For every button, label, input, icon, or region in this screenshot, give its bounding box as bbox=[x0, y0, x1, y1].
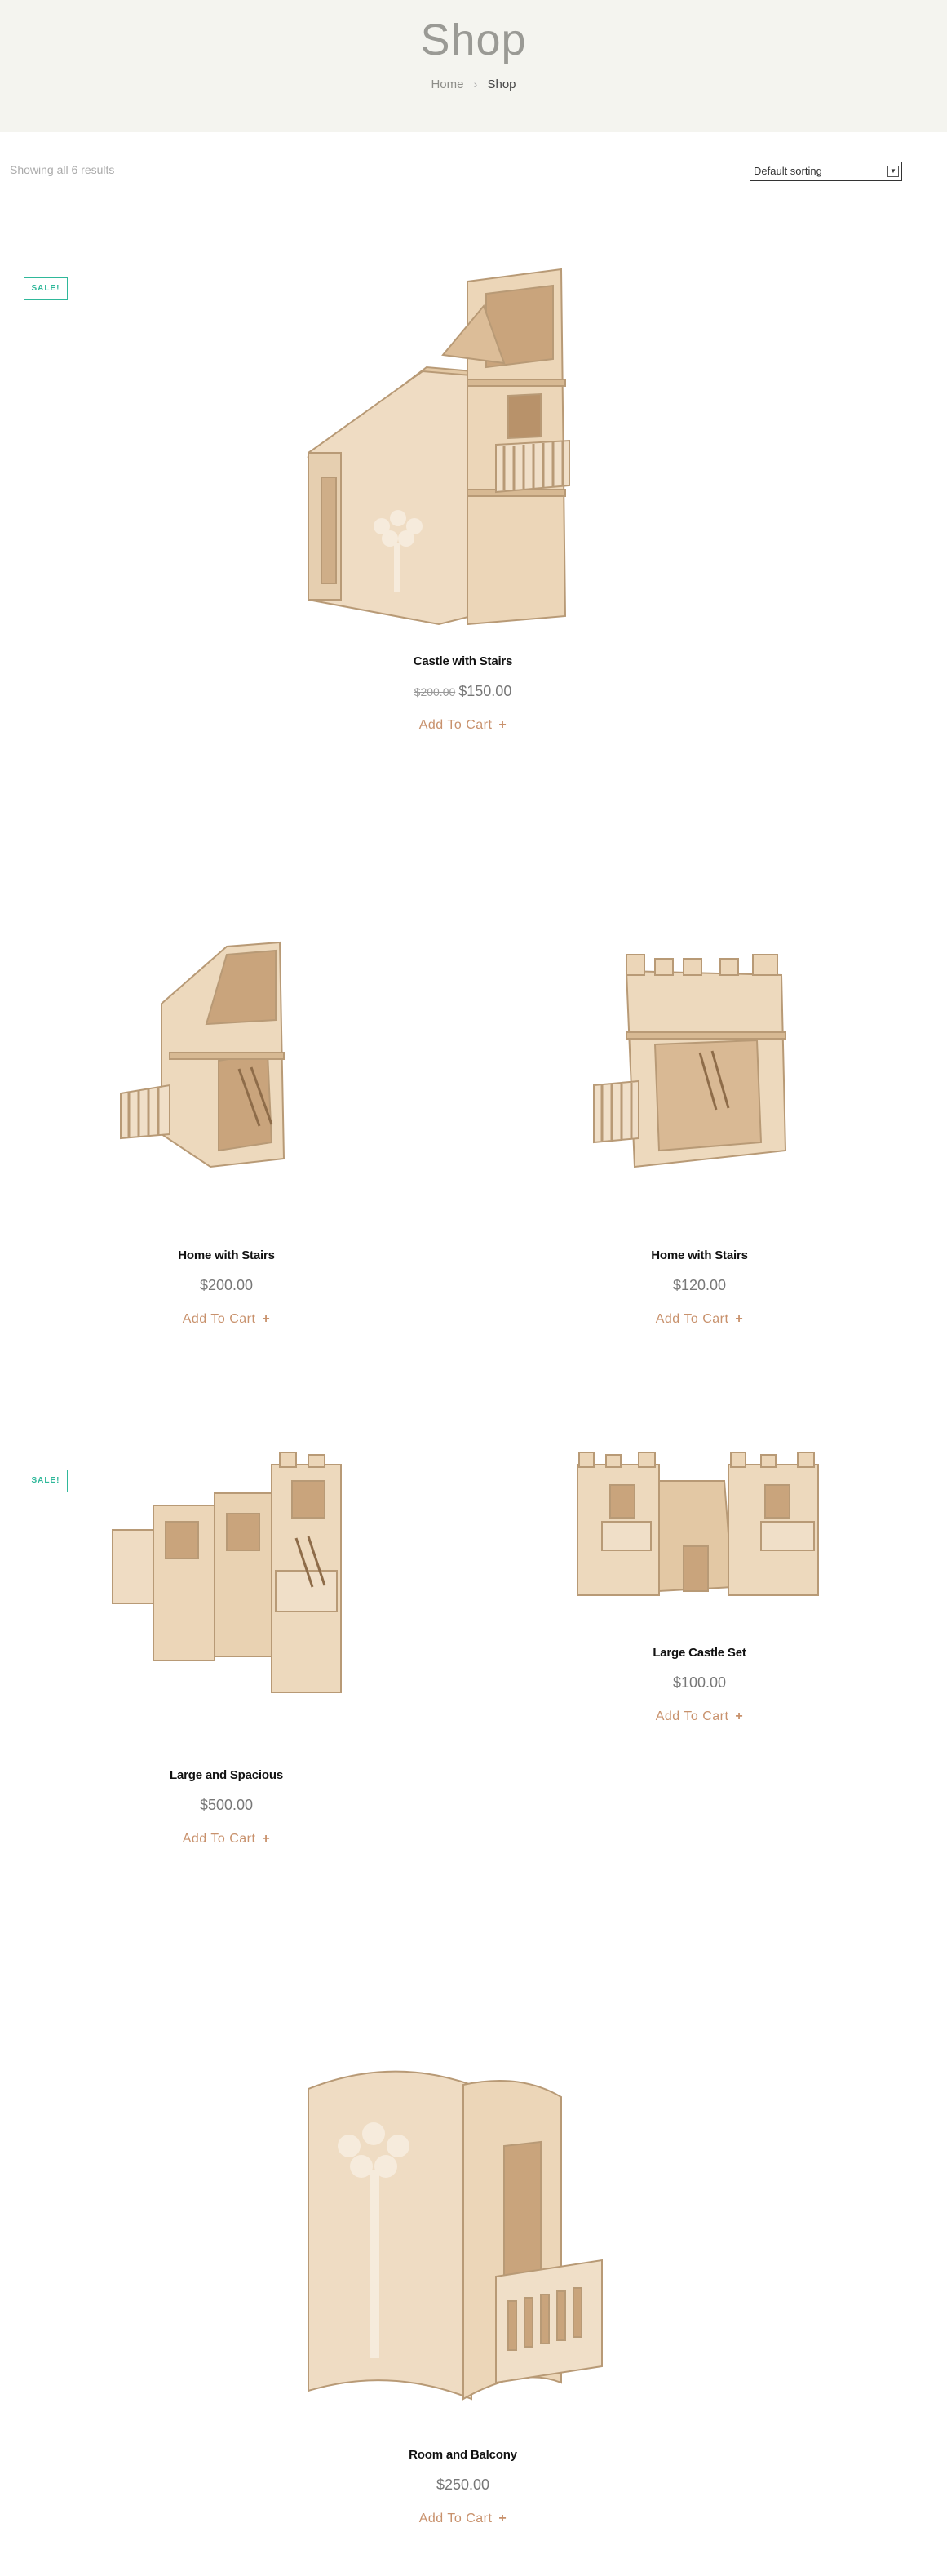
breadcrumb-current: Shop bbox=[487, 78, 516, 91]
sort-select[interactable]: Default sorting ▼ bbox=[750, 162, 902, 181]
add-to-cart-button[interactable]: Add To Cart + bbox=[656, 1709, 744, 1724]
product-price: $500.00 bbox=[199, 1797, 254, 1813]
product-card: Castle with Stairs $200.00 $150.00 Add To… bbox=[228, 257, 697, 733]
dropdown-arrow-icon: ▼ bbox=[887, 166, 899, 177]
product-title[interactable]: Large and Spacious bbox=[24, 1768, 428, 1782]
add-to-cart-button[interactable]: Add To Cart + bbox=[656, 1312, 744, 1327]
chevron-right-icon: › bbox=[473, 78, 478, 91]
add-to-cart-label: Add To Cart bbox=[182, 1312, 256, 1326]
product-title[interactable]: Room and Balcony bbox=[228, 2448, 697, 2462]
plus-icon: + bbox=[498, 718, 507, 732]
product-price: $250.00 bbox=[436, 2476, 490, 2493]
plus-icon: + bbox=[735, 1312, 744, 1326]
product-price: $120.00 bbox=[672, 1277, 727, 1293]
product-sale-price: $150.00 bbox=[458, 683, 512, 699]
plus-icon: + bbox=[735, 1709, 744, 1723]
add-to-cart-label: Add To Cart bbox=[418, 718, 493, 732]
sale-badge: SALE! bbox=[24, 277, 68, 300]
add-to-cart-label: Add To Cart bbox=[655, 1709, 729, 1723]
product-title[interactable]: Large Castle Set bbox=[493, 1646, 905, 1660]
add-to-cart-label: Add To Cart bbox=[655, 1312, 729, 1326]
product-image[interactable] bbox=[259, 257, 667, 641]
plus-icon: + bbox=[262, 1832, 271, 1846]
page-header: Shop Home › Shop bbox=[0, 0, 947, 132]
plus-icon: + bbox=[262, 1312, 271, 1326]
breadcrumb: Home › Shop bbox=[0, 78, 947, 91]
product-image[interactable] bbox=[104, 922, 349, 1183]
product-card: Large and Spacious $500.00 Add To Cart + bbox=[24, 1448, 428, 1847]
product-image[interactable] bbox=[104, 1448, 349, 1693]
product-image[interactable] bbox=[259, 2056, 667, 2432]
product-price: $200.00 bbox=[199, 1277, 254, 1293]
plus-icon: + bbox=[498, 2512, 507, 2525]
add-to-cart-button[interactable]: Add To Cart + bbox=[419, 718, 507, 733]
add-to-cart-button[interactable]: Add To Cart + bbox=[183, 1312, 271, 1327]
product-old-price: $200.00 bbox=[414, 685, 456, 698]
product-card: Room and Balcony $250.00 Add To Cart + bbox=[228, 2056, 697, 2526]
product-card: Home with Stairs $200.00 Add To Cart + bbox=[24, 922, 428, 1327]
sort-selected-value: Default sorting bbox=[754, 165, 822, 177]
product-card: Home with Stairs $120.00 Add To Cart + bbox=[493, 922, 905, 1327]
add-to-cart-button[interactable]: Add To Cart + bbox=[419, 2512, 507, 2526]
product-card: Large Castle Set $100.00 Add To Cart + bbox=[493, 1448, 905, 1724]
breadcrumb-home-link[interactable]: Home bbox=[431, 78, 463, 91]
product-image[interactable] bbox=[569, 1448, 830, 1603]
product-price: $100.00 bbox=[672, 1674, 727, 1691]
result-count: Showing all 6 results bbox=[10, 163, 115, 176]
page-title: Shop bbox=[420, 16, 527, 64]
add-to-cart-label: Add To Cart bbox=[418, 2512, 493, 2525]
product-image[interactable] bbox=[577, 922, 822, 1183]
add-to-cart-button[interactable]: Add To Cart + bbox=[183, 1832, 271, 1847]
add-to-cart-label: Add To Cart bbox=[182, 1832, 256, 1846]
product-title[interactable]: Home with Stairs bbox=[24, 1248, 428, 1262]
product-title[interactable]: Castle with Stairs bbox=[228, 654, 697, 668]
product-price: $200.00 $150.00 bbox=[228, 683, 697, 700]
product-title[interactable]: Home with Stairs bbox=[493, 1248, 905, 1262]
